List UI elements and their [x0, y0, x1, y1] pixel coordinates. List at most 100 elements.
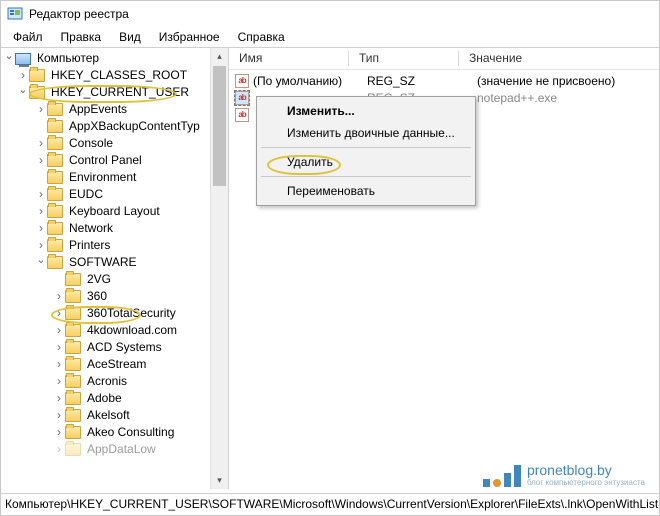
tree-item[interactable]: 2VG: [1, 271, 228, 288]
cell-name: (По умолчанию): [253, 74, 367, 88]
menu-separator: [261, 176, 471, 177]
tree-label: 360: [85, 288, 109, 305]
title-bar: Редактор реестра: [1, 1, 659, 27]
tree-label: AppDataLow: [85, 441, 158, 458]
tree-item[interactable]: SOFTWARE: [1, 254, 228, 271]
tree-label: Akelsoft: [85, 407, 132, 424]
folder-icon: [47, 205, 63, 218]
tree-label: AppEvents: [67, 101, 129, 118]
folder-icon: [65, 443, 81, 456]
tree-label: 2VG: [85, 271, 113, 288]
tree-label: Компьютер: [35, 50, 101, 67]
tree-item[interactable]: Akeo Consulting: [1, 424, 228, 441]
tree-label: Network: [67, 220, 115, 237]
tree-item[interactable]: HKEY_CURRENT_USER: [1, 84, 228, 101]
menu-item-modify-binary[interactable]: Изменить двоичные данные...: [259, 122, 473, 144]
menu-item-modify[interactable]: Изменить...: [259, 100, 473, 122]
tree-label: Console: [67, 135, 115, 152]
tree-item[interactable]: 360: [1, 288, 228, 305]
tree-label: ACD Systems: [85, 339, 164, 356]
folder-icon: [65, 341, 81, 354]
tree-item[interactable]: 360TotalSecurity: [1, 305, 228, 322]
string-value-icon: ab: [235, 91, 249, 105]
tree-label: Environment: [67, 169, 138, 186]
tree-label: Acronis: [85, 373, 129, 390]
tree-label: Akeo Consulting: [85, 424, 176, 441]
folder-icon: [47, 239, 63, 252]
tree-label: AceStream: [85, 356, 148, 373]
tree-item[interactable]: Environment: [1, 169, 228, 186]
scrollbar-thumb[interactable]: [213, 66, 226, 186]
tree-label: HKEY_CLASSES_ROOT: [49, 67, 189, 84]
menu-item-rename[interactable]: Переименовать: [259, 180, 473, 202]
col-value[interactable]: Значение: [459, 48, 659, 69]
folder-icon: [65, 375, 81, 388]
string-value-icon: ab: [235, 74, 249, 88]
registry-tree[interactable]: Компьютер HKEY_CLASSES_ROOT HKEY_CURRENT…: [1, 48, 228, 460]
tree-item[interactable]: EUDC: [1, 186, 228, 203]
folder-icon: [65, 324, 81, 337]
folder-icon: [65, 426, 81, 439]
folder-icon: [65, 307, 81, 320]
tree-item[interactable]: Acronis: [1, 373, 228, 390]
scroll-down-button[interactable]: ▾: [211, 472, 228, 489]
menu-file[interactable]: Файл: [5, 28, 51, 46]
watermark-tagline: блог компьютерного энтузиаста: [527, 478, 645, 487]
tree-label: EUDC: [67, 186, 105, 203]
cell-value: notepad++.exe: [477, 91, 659, 105]
list-row[interactable]: ab (По умолчанию) REG_SZ (значение не пр…: [229, 72, 659, 89]
tree-item[interactable]: Network: [1, 220, 228, 237]
status-bar: Компьютер\HKEY_CURRENT_USER\SOFTWARE\Mic…: [1, 493, 659, 515]
menu-bar: Файл Правка Вид Избранное Справка: [1, 27, 659, 47]
tree-item[interactable]: AppXBackupContentTyp: [1, 118, 228, 135]
folder-icon: [65, 290, 81, 303]
watermark: pronetblog.by блог компьютерного энтузиа…: [483, 462, 645, 487]
folder-icon: [29, 69, 45, 82]
tree-item[interactable]: AppDataLow: [1, 441, 228, 458]
folder-icon: [47, 188, 63, 201]
folder-icon: [47, 103, 63, 116]
menu-favorites[interactable]: Избранное: [151, 28, 228, 46]
cell-value: (значение не присвоено): [477, 74, 659, 88]
tree-item[interactable]: 4kdownload.com: [1, 322, 228, 339]
app-icon: [7, 6, 23, 22]
folder-icon: [65, 392, 81, 405]
tree-item[interactable]: Keyboard Layout: [1, 203, 228, 220]
menu-help[interactable]: Справка: [230, 28, 293, 46]
tree-item[interactable]: Console: [1, 135, 228, 152]
folder-icon: [47, 154, 63, 167]
tree-item[interactable]: AppEvents: [1, 101, 228, 118]
tree-item[interactable]: Control Panel: [1, 152, 228, 169]
folder-icon: [47, 256, 63, 269]
tree-root[interactable]: Компьютер: [1, 50, 228, 67]
folder-icon: [29, 86, 45, 99]
context-menu: Изменить... Изменить двоичные данные... …: [256, 96, 476, 206]
tree-item[interactable]: Adobe: [1, 390, 228, 407]
tree-label: Adobe: [85, 390, 124, 407]
tree-label: HKEY_CURRENT_USER: [49, 84, 191, 101]
tree-item[interactable]: AceStream: [1, 356, 228, 373]
tree-item[interactable]: Printers: [1, 237, 228, 254]
scroll-up-button[interactable]: ▴: [211, 48, 228, 65]
status-path: Компьютер\HKEY_CURRENT_USER\SOFTWARE\Mic…: [5, 497, 658, 511]
computer-icon: [15, 53, 31, 65]
tree-item[interactable]: ACD Systems: [1, 339, 228, 356]
col-name[interactable]: Имя: [229, 48, 349, 69]
watermark-logo-icon: [483, 465, 521, 487]
folder-icon: [65, 358, 81, 371]
window-title: Редактор реестра: [29, 7, 129, 21]
tree-label: 360TotalSecurity: [85, 305, 178, 322]
tree-label: Printers: [67, 237, 112, 254]
tree-item[interactable]: Akelsoft: [1, 407, 228, 424]
cell-type: REG_SZ: [367, 74, 477, 88]
menu-item-delete[interactable]: Удалить: [259, 151, 473, 173]
folder-icon: [65, 273, 81, 286]
menu-view[interactable]: Вид: [111, 28, 149, 46]
menu-edit[interactable]: Правка: [53, 28, 110, 46]
tree-label: AppXBackupContentTyp: [67, 118, 202, 135]
folder-icon: [47, 137, 63, 150]
folder-icon: [47, 222, 63, 235]
menu-separator: [261, 147, 471, 148]
tree-item[interactable]: HKEY_CLASSES_ROOT: [1, 67, 228, 84]
col-type[interactable]: Тип: [349, 48, 459, 69]
